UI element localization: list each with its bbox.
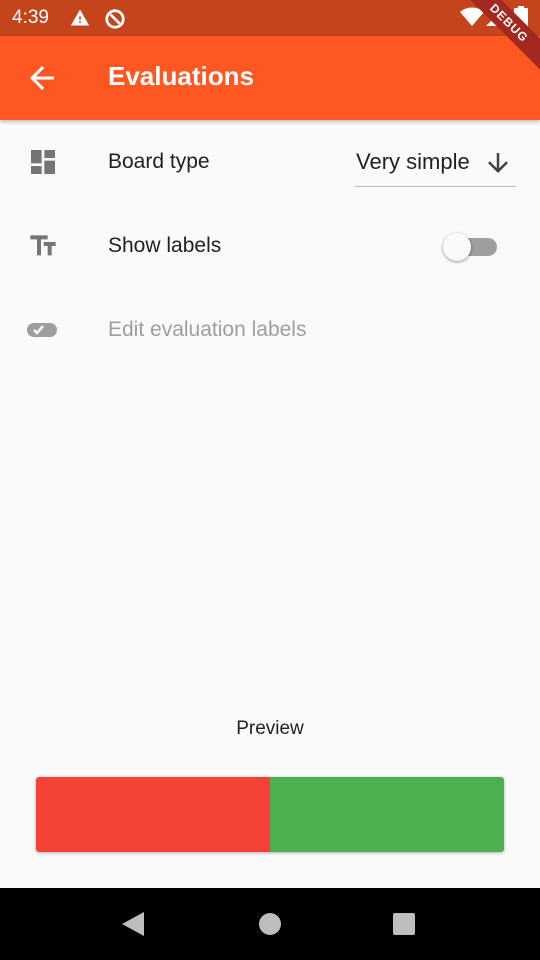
preview-label: Preview <box>236 718 304 739</box>
home-icon[interactable] <box>258 910 282 938</box>
edit-labels-label: Edit evaluation labels <box>108 318 307 341</box>
show-labels-switch[interactable] <box>443 231 499 261</box>
board-type-label: Board type <box>108 150 210 173</box>
preview-segment-bad <box>36 777 270 852</box>
no-sim-data-icon <box>105 9 125 29</box>
board-type-value: Very simple <box>356 149 470 174</box>
preview-segment-good <box>270 777 504 852</box>
switch-thumb <box>443 233 471 261</box>
recents-icon[interactable] <box>392 910 416 938</box>
preview-board <box>36 777 504 852</box>
back-icon[interactable] <box>120 910 146 938</box>
edit-labels-row[interactable]: Edit evaluation labels <box>0 288 540 372</box>
arrow-down-icon <box>488 153 508 173</box>
status-time: 4:39 <box>12 7 49 28</box>
label-toggle-icon <box>27 323 57 337</box>
page-title: Evaluations <box>108 61 254 91</box>
show-labels-label: Show labels <box>108 234 222 257</box>
dashboard-icon <box>31 150 55 174</box>
system-nav-bar <box>0 888 540 960</box>
status-bar: 4:39 <box>0 0 540 36</box>
arrow-back-icon[interactable] <box>24 60 60 96</box>
warning-icon <box>70 9 90 26</box>
text-fields-icon <box>30 235 56 256</box>
board-type-dropdown[interactable]: Very simple <box>355 142 516 187</box>
app-bar: Evaluations <box>0 36 540 120</box>
